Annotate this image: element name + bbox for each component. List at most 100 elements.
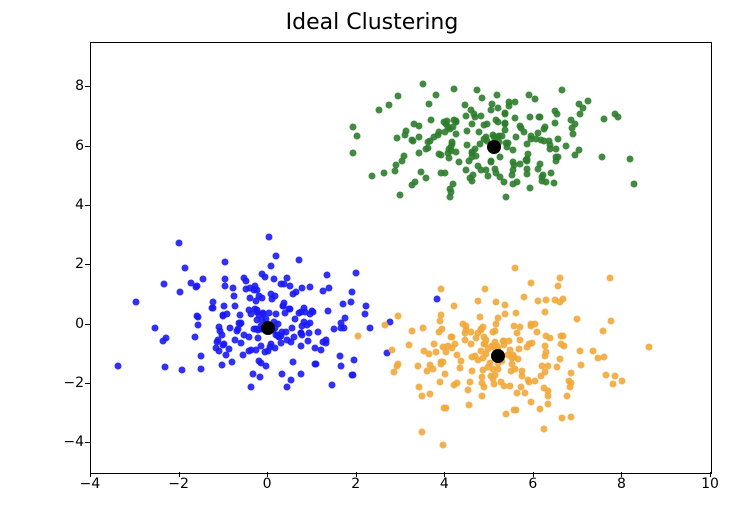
x-tick-label: 0: [263, 476, 272, 492]
data-point: [501, 192, 511, 202]
x-tick-mark: [90, 472, 91, 477]
data-point: [113, 361, 123, 371]
y-tick-mark: [85, 86, 90, 87]
data-point: [367, 171, 377, 181]
data-point: [534, 112, 544, 122]
data-point: [510, 264, 520, 274]
data-point: [229, 291, 239, 301]
chart-axes: [90, 42, 712, 474]
data-point: [540, 307, 550, 317]
data-point: [477, 391, 487, 401]
data-point: [379, 168, 389, 178]
data-point: [500, 300, 510, 310]
data-point: [348, 370, 358, 380]
data-point: [454, 157, 464, 167]
data-point: [348, 122, 358, 132]
data-point: [414, 382, 424, 392]
data-point: [550, 118, 560, 128]
data-point: [294, 256, 304, 266]
data-point: [220, 281, 230, 291]
y-tick-mark: [85, 442, 90, 443]
data-point: [175, 287, 185, 297]
data-point: [418, 79, 428, 89]
data-point: [417, 427, 427, 437]
data-point: [562, 391, 572, 401]
data-point: [407, 326, 417, 336]
data-point: [313, 327, 323, 337]
y-tick-label: 0: [44, 316, 84, 332]
data-point: [606, 316, 616, 326]
data-point: [327, 380, 337, 390]
data-point: [384, 100, 394, 110]
data-point: [438, 440, 448, 450]
data-point: [455, 363, 465, 373]
data-point: [271, 251, 281, 261]
data-point: [266, 261, 276, 271]
y-tick-label: 8: [44, 78, 84, 94]
data-point: [353, 331, 363, 341]
data-point: [463, 385, 473, 395]
data-point: [601, 370, 611, 380]
data-point: [553, 134, 563, 144]
data-point: [419, 324, 429, 334]
data-point: [413, 361, 423, 371]
chart-figure: Ideal Clustering −4−20246810 −4−202468: [0, 0, 744, 524]
data-point: [625, 154, 635, 164]
data-point: [449, 84, 459, 94]
data-point: [617, 376, 627, 386]
data-point: [246, 382, 256, 392]
data-point: [131, 297, 141, 307]
data-point: [425, 389, 435, 399]
data-point: [557, 85, 567, 95]
x-tick-mark: [356, 472, 357, 477]
data-point: [393, 91, 403, 101]
data-point: [395, 190, 405, 200]
data-point: [159, 279, 169, 289]
y-tick-mark: [85, 205, 90, 206]
data-point: [629, 179, 639, 189]
data-point: [557, 414, 567, 424]
data-point: [351, 268, 361, 278]
data-point: [449, 301, 459, 311]
x-tick-label: −2: [168, 476, 189, 492]
data-point: [480, 285, 490, 295]
data-point: [477, 93, 487, 103]
x-tick-mark: [444, 472, 445, 477]
data-point: [599, 352, 609, 362]
data-point: [431, 90, 441, 100]
x-tick-label: 2: [351, 476, 360, 492]
data-point: [323, 306, 333, 316]
data-point: [335, 351, 345, 361]
data-point: [196, 351, 206, 361]
data-point: [160, 362, 170, 372]
y-tick-mark: [85, 264, 90, 265]
data-point: [264, 233, 274, 243]
y-tick-label: −4: [44, 434, 84, 450]
data-point: [532, 327, 542, 337]
data-point: [519, 292, 529, 302]
data-point: [599, 114, 609, 124]
data-point: [464, 400, 474, 410]
data-point: [644, 342, 654, 352]
data-point: [543, 399, 553, 409]
x-tick-mark: [179, 472, 180, 477]
data-point: [305, 282, 315, 292]
data-point: [576, 360, 586, 370]
y-tick-label: −2: [44, 375, 84, 391]
y-tick-label: 6: [44, 138, 84, 154]
data-point: [217, 360, 227, 370]
data-point: [546, 168, 556, 178]
data-point: [150, 323, 160, 333]
data-point: [277, 369, 287, 379]
data-point: [190, 332, 200, 342]
data-point: [348, 148, 358, 158]
data-point: [539, 424, 549, 434]
data-point: [360, 309, 370, 319]
data-point: [613, 112, 623, 122]
data-point: [526, 397, 536, 407]
data-point: [597, 152, 607, 162]
data-point: [393, 311, 403, 321]
data-point: [549, 178, 559, 188]
data-point: [230, 301, 240, 311]
data-point: [207, 303, 217, 313]
